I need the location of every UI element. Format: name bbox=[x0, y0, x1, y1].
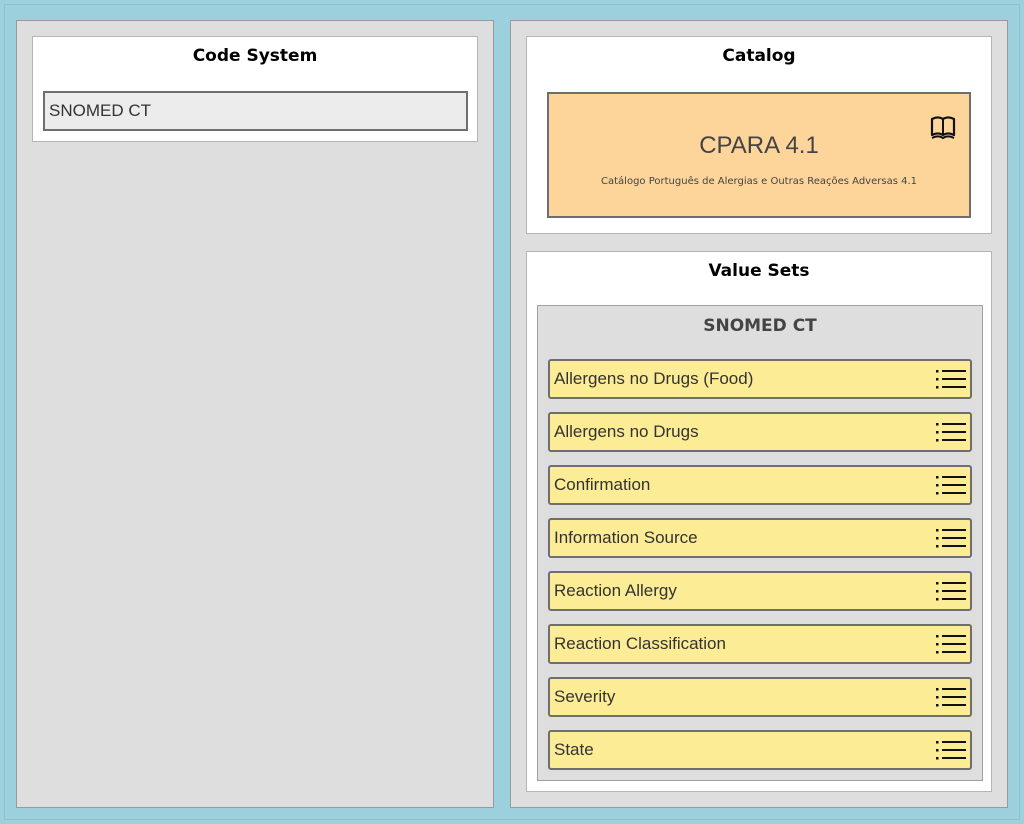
value-set-item[interactable]: Allergens no Drugs bbox=[548, 412, 972, 452]
value-set-item[interactable]: Confirmation bbox=[548, 465, 972, 505]
list-icon[interactable] bbox=[934, 578, 968, 604]
value-set-item-label: Severity bbox=[554, 687, 616, 706]
list-icon[interactable] bbox=[934, 472, 968, 498]
value-set-item-label: Reaction Classification bbox=[554, 634, 726, 653]
value-set-group-snomed: SNOMED CT Allergens no Drugs (Food) Aller… bbox=[537, 305, 983, 781]
list-icon[interactable] bbox=[934, 737, 968, 763]
value-set-item[interactable]: Information Source bbox=[548, 518, 972, 558]
catalog-tile-cpara[interactable]: CPARA 4.1 Catálogo Português de Alergias… bbox=[547, 92, 971, 218]
catalog-description: Catálogo Português de Alergias e Outras … bbox=[601, 176, 917, 187]
value-set-item-label: Allergens no Drugs bbox=[554, 422, 699, 441]
value-set-item[interactable]: Allergens no Drugs (Food) bbox=[548, 359, 972, 399]
code-system-selector[interactable]: SNOMED CT bbox=[43, 91, 468, 131]
list-icon[interactable] bbox=[934, 366, 968, 392]
value-set-group-title: SNOMED CT bbox=[703, 316, 817, 336]
value-set-item[interactable]: Reaction Allergy bbox=[548, 571, 972, 611]
value-set-item[interactable]: Reaction Classification bbox=[548, 624, 972, 664]
value-set-item-label: Confirmation bbox=[554, 475, 651, 494]
list-icon[interactable] bbox=[934, 419, 968, 445]
value-set-item-label: Information Source bbox=[554, 528, 698, 547]
code-system-card: Code System SNOMED CT bbox=[32, 36, 478, 142]
value-set-item[interactable]: State bbox=[548, 730, 972, 770]
value-sets-title: Value Sets bbox=[708, 261, 810, 281]
list-icon[interactable] bbox=[934, 684, 968, 710]
book-icon[interactable] bbox=[929, 114, 957, 142]
value-set-item-label: State bbox=[554, 740, 594, 759]
list-icon[interactable] bbox=[934, 525, 968, 551]
value-sets-card: Value Sets SNOMED CT Allergens no Drugs … bbox=[526, 251, 992, 792]
value-set-item[interactable]: Severity bbox=[548, 677, 972, 717]
catalog-card: Catalog CPARA 4.1 Catálogo Português de … bbox=[526, 36, 992, 234]
code-system-title: Code System bbox=[192, 46, 318, 66]
catalog-title: Catalog bbox=[722, 46, 796, 66]
value-set-item-label: Allergens no Drugs (Food) bbox=[554, 369, 754, 388]
list-icon[interactable] bbox=[934, 631, 968, 657]
catalog-name: CPARA 4.1 bbox=[699, 132, 819, 159]
value-set-item-label: Reaction Allergy bbox=[554, 581, 677, 600]
